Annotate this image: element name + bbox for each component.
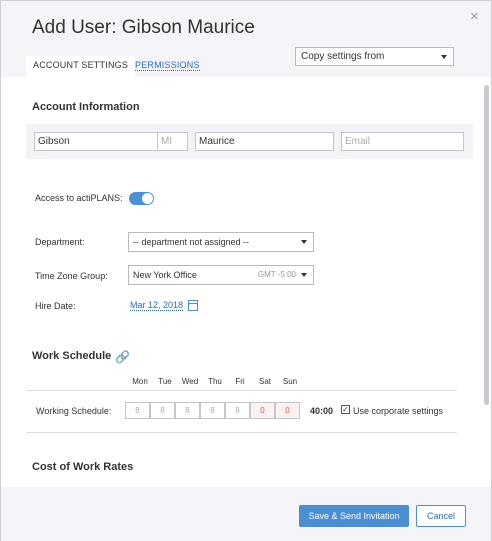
calendar-icon[interactable] xyxy=(188,300,198,311)
hire-date-label: Hire Date: xyxy=(35,301,76,311)
hours-sat[interactable]: 0 xyxy=(250,402,275,419)
hours-tue[interactable]: 8 xyxy=(150,402,175,419)
day-mon: Mon xyxy=(132,377,148,386)
dialog-title: Add User: Gibson Maurice xyxy=(32,17,255,38)
add-user-dialog: Add User: Gibson Maurice × ACCOUNT SETTI… xyxy=(0,0,492,541)
cost-rates-title: Cost of Work Rates xyxy=(32,461,134,473)
close-icon[interactable]: × xyxy=(470,8,479,25)
tab-account-settings[interactable]: ACCOUNT SETTINGS xyxy=(26,56,136,77)
day-sun: Sun xyxy=(282,377,298,386)
cancel-button[interactable]: Cancel xyxy=(416,505,466,527)
day-sat: Sat xyxy=(258,377,271,386)
chevron-down-icon xyxy=(441,55,447,59)
day-thu: Thu xyxy=(208,377,222,386)
scrollbar[interactable] xyxy=(484,85,489,405)
timezone-value: New York Office xyxy=(133,270,197,280)
checkmark-icon: ✓ xyxy=(342,405,349,414)
chevron-down-icon xyxy=(301,273,307,277)
work-schedule-title: Work Schedule xyxy=(32,350,112,362)
email-field[interactable]: Email xyxy=(341,132,464,151)
day-wed: Wed xyxy=(181,377,199,386)
access-label: Access to actiPLANS: xyxy=(35,193,123,203)
timezone-select[interactable]: New York Office GMT -5:00 xyxy=(128,265,314,285)
working-schedule-label: Working Schedule: xyxy=(36,406,112,416)
department-value: -- department not assigned -- xyxy=(133,237,250,247)
copy-settings-select[interactable]: Copy settings from xyxy=(295,47,454,66)
tab-permissions-label: PERMISSIONS xyxy=(135,60,200,71)
day-fri: Fri xyxy=(235,377,245,386)
last-name-field[interactable]: Maurice xyxy=(195,132,334,151)
hours-fri[interactable]: 8 xyxy=(225,402,250,419)
hours-thu[interactable]: 8 xyxy=(200,402,225,419)
timezone-label: Time Zone Group: xyxy=(35,271,108,281)
chevron-down-icon xyxy=(301,240,307,244)
hours-wed[interactable]: 8 xyxy=(175,402,200,419)
corporate-settings-checkbox[interactable]: ✓ xyxy=(341,405,350,414)
timezone-offset: GMT -5:00 xyxy=(257,270,296,279)
middle-initial-field[interactable]: MI xyxy=(157,132,188,151)
copy-settings-label: Copy settings from xyxy=(301,51,385,62)
save-send-invitation-button[interactable]: Save & Send Invitation xyxy=(299,505,409,527)
corporate-settings-label: Use corporate settings xyxy=(353,406,444,416)
hours-mon[interactable]: 8 xyxy=(125,402,150,419)
link-icon[interactable]: 🔗 xyxy=(115,350,130,364)
total-hours: 40:00 xyxy=(310,406,334,416)
access-toggle[interactable] xyxy=(129,192,154,205)
hire-date-value[interactable]: Mar 12, 2018 xyxy=(130,300,184,311)
tab-permissions[interactable]: PERMISSIONS xyxy=(128,56,207,77)
day-tue: Tue xyxy=(158,377,172,386)
department-label: Department: xyxy=(35,237,85,247)
divider xyxy=(26,432,457,433)
hours-sun[interactable]: 0 xyxy=(275,402,300,419)
toggle-knob xyxy=(142,193,153,204)
first-name-field[interactable]: Gibson xyxy=(34,132,158,151)
divider xyxy=(26,390,457,391)
account-info-title: Account Information xyxy=(32,101,140,113)
department-select[interactable]: -- department not assigned -- xyxy=(128,232,314,252)
